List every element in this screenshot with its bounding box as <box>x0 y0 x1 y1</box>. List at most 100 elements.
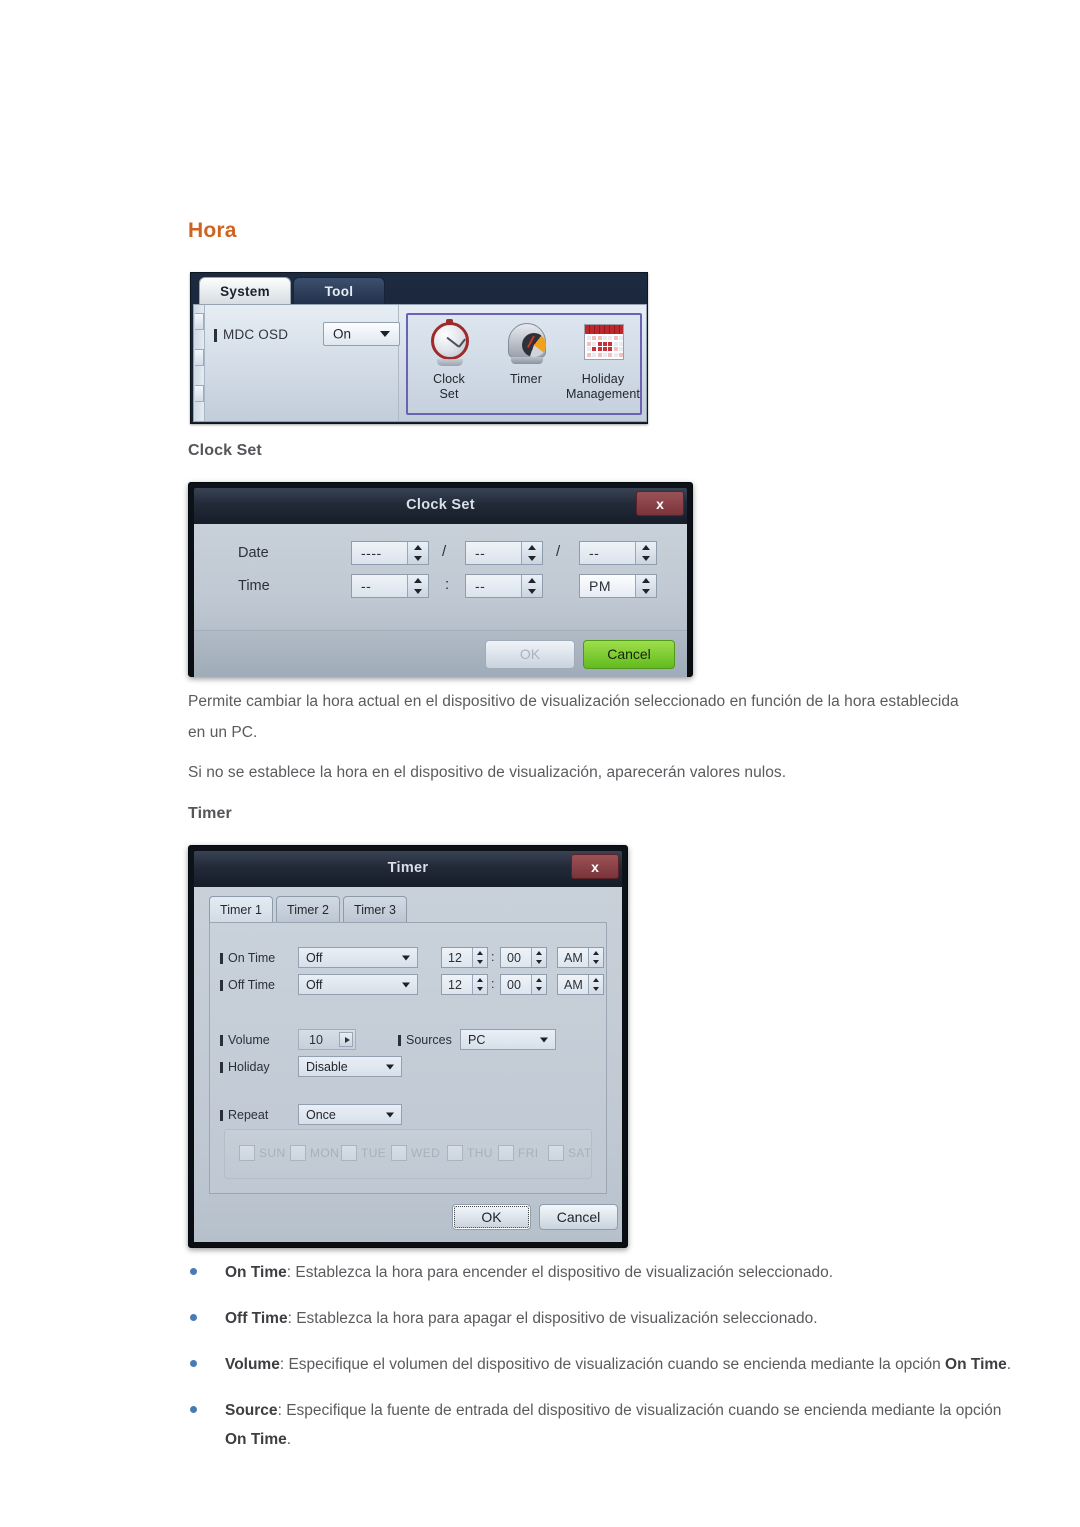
close-icon[interactable]: x <box>571 854 619 879</box>
chevron-down-icon <box>386 1064 394 1069</box>
icon-timer[interactable]: Timer <box>489 320 563 387</box>
off-time-minute-stepper[interactable] <box>531 975 546 994</box>
tab-timer-2[interactable]: Timer 2 <box>276 896 340 923</box>
off-time-mode-value: Off <box>306 977 323 992</box>
day-label-thu: THU <box>467 1146 493 1160</box>
time-sep: : <box>445 576 450 593</box>
bullet-icon <box>190 1314 197 1321</box>
date-day-stepper[interactable] <box>635 542 656 564</box>
on-time-minute-spinner[interactable]: 00 <box>500 947 547 968</box>
icon-holiday-management[interactable]: Holiday Management <box>564 320 642 402</box>
holiday-label: Holiday <box>220 1060 270 1074</box>
date-day-spinner[interactable]: -- <box>579 541 657 565</box>
tab-tool[interactable]: Tool <box>293 277 385 305</box>
tab-timer-1[interactable]: Timer 1 <box>209 896 273 923</box>
on-time-colon: : <box>491 950 495 964</box>
icon-clock-set[interactable]: Clock Set <box>412 319 486 402</box>
clock-set-cancel-button[interactable]: Cancel <box>583 640 675 669</box>
timer-ok-button[interactable]: OK <box>452 1204 531 1230</box>
mdc-side-strip <box>194 305 205 421</box>
repeat-dropdown[interactable]: Once <box>298 1104 402 1125</box>
holiday-management-icon <box>579 320 627 370</box>
repeat-value: Once <box>306 1107 336 1122</box>
tab-timer-3[interactable]: Timer 3 <box>343 896 407 923</box>
time-hour-stepper[interactable] <box>407 575 428 597</box>
off-time-colon: : <box>491 977 495 991</box>
checkbox-icon[interactable] <box>290 1145 306 1161</box>
time-minute-stepper[interactable] <box>521 575 542 597</box>
on-time-minute-stepper[interactable] <box>531 948 546 967</box>
date-month-value: -- <box>475 545 486 561</box>
day-label-mon: MON <box>310 1146 340 1160</box>
clock-set-footer: OK Cancel <box>194 630 687 677</box>
mdc-osd-label: MDC OSD <box>213 327 289 342</box>
bullet-tail-volume: . <box>1006 1356 1012 1373</box>
checkbox-icon[interactable] <box>548 1145 564 1161</box>
holiday-dropdown[interactable]: Disable <box>298 1056 402 1077</box>
close-icon[interactable]: x <box>636 491 684 516</box>
bullet-term-volume: Volume <box>225 1356 280 1373</box>
paragraph-1: Permite cambiar la hora actual en el dis… <box>188 693 959 741</box>
icon-clock-set-line2: Set <box>439 387 459 401</box>
on-time-mode-value: Off <box>306 950 323 965</box>
timer-1-pane: On Time Off 12 : 00 AM Off Time Off 12:… <box>209 922 607 1194</box>
date-month-spinner[interactable]: -- <box>465 541 543 565</box>
off-time-meridiem-stepper[interactable] <box>588 975 603 994</box>
time-minute-value: -- <box>475 578 486 594</box>
off-time-mode-dropdown[interactable]: Off <box>298 974 418 995</box>
on-time-meridiem-spinner[interactable]: AM <box>557 947 604 968</box>
off-time-hour-value: 12 <box>448 977 462 992</box>
on-time-meridiem-value: AM <box>564 950 583 965</box>
off-time-meridiem-spinner[interactable]: AM <box>557 974 604 995</box>
time-meridiem-stepper[interactable] <box>635 575 656 597</box>
mdc-panel-body: MDC OSD On Clock Set Timer Holiday Manag… <box>193 304 647 422</box>
page-title: Hora <box>188 219 237 242</box>
on-time-meridiem-stepper[interactable] <box>588 948 603 967</box>
timer-icon <box>502 320 550 370</box>
checkbox-icon[interactable] <box>239 1145 255 1161</box>
mdc-osd-dropdown[interactable]: On <box>323 322 400 346</box>
time-label: Time <box>238 578 270 594</box>
on-time-hour-spinner[interactable]: 12 <box>441 947 488 968</box>
checkbox-icon[interactable] <box>447 1145 463 1161</box>
clock-set-content: Date ---- / -- / -- Time -- : -- PM <box>194 524 687 630</box>
bullet-sep: : <box>287 1310 297 1327</box>
chevron-down-icon <box>386 1112 394 1117</box>
bullet-body-source: Especifique la fuente de entrada del dis… <box>286 1402 1002 1419</box>
checkbox-icon[interactable] <box>391 1145 407 1161</box>
day-label-tue: TUE <box>361 1146 387 1160</box>
tab-system[interactable]: System <box>199 277 291 305</box>
chevron-down-icon <box>380 331 390 337</box>
checkbox-icon[interactable] <box>341 1145 357 1161</box>
volume-slider[interactable]: 10 <box>298 1029 356 1050</box>
clock-set-ok-button[interactable]: OK <box>485 640 575 669</box>
sources-dropdown[interactable]: PC <box>460 1029 556 1050</box>
subheading-clock-set: Clock Set <box>188 442 262 459</box>
day-label-sat: SAT <box>568 1146 592 1160</box>
off-time-label: Off Time <box>219 978 276 992</box>
volume-thumb-icon[interactable] <box>339 1032 353 1047</box>
off-time-minute-spinner[interactable]: 00 <box>500 974 547 995</box>
time-meridiem-spinner[interactable]: PM <box>579 574 657 598</box>
bullet-tail-source: . <box>286 1431 292 1448</box>
on-time-hour-stepper[interactable] <box>472 948 487 967</box>
volume-value: 10 <box>309 1032 323 1047</box>
date-month-stepper[interactable] <box>521 542 542 564</box>
document-page: Hora System Tool MDC OSD On Clock Set Ti… <box>0 0 1080 1527</box>
time-hour-spinner[interactable]: -- <box>351 574 429 598</box>
timer-content: Timer 1 Timer 2 Timer 3 On Time Off 12 :… <box>194 887 622 1242</box>
date-year-spinner[interactable]: ---- <box>351 541 429 565</box>
icon-timer-line1: Timer <box>510 372 542 386</box>
time-minute-spinner[interactable]: -- <box>465 574 543 598</box>
clock-set-dialog: Clock Set x Date ---- / -- / -- Time -- … <box>188 482 693 677</box>
checkbox-icon[interactable] <box>498 1145 514 1161</box>
off-time-hour-spinner[interactable]: 12 <box>441 974 488 995</box>
chevron-down-icon <box>540 1037 548 1042</box>
off-time-hour-stepper[interactable] <box>472 975 487 994</box>
bullet-icon <box>190 1268 197 1275</box>
on-time-mode-dropdown[interactable]: Off <box>298 947 418 968</box>
date-sep-1: / <box>442 543 447 560</box>
off-time-minute-value: 00 <box>507 977 521 992</box>
date-year-stepper[interactable] <box>407 542 428 564</box>
timer-cancel-button[interactable]: Cancel <box>539 1204 618 1230</box>
